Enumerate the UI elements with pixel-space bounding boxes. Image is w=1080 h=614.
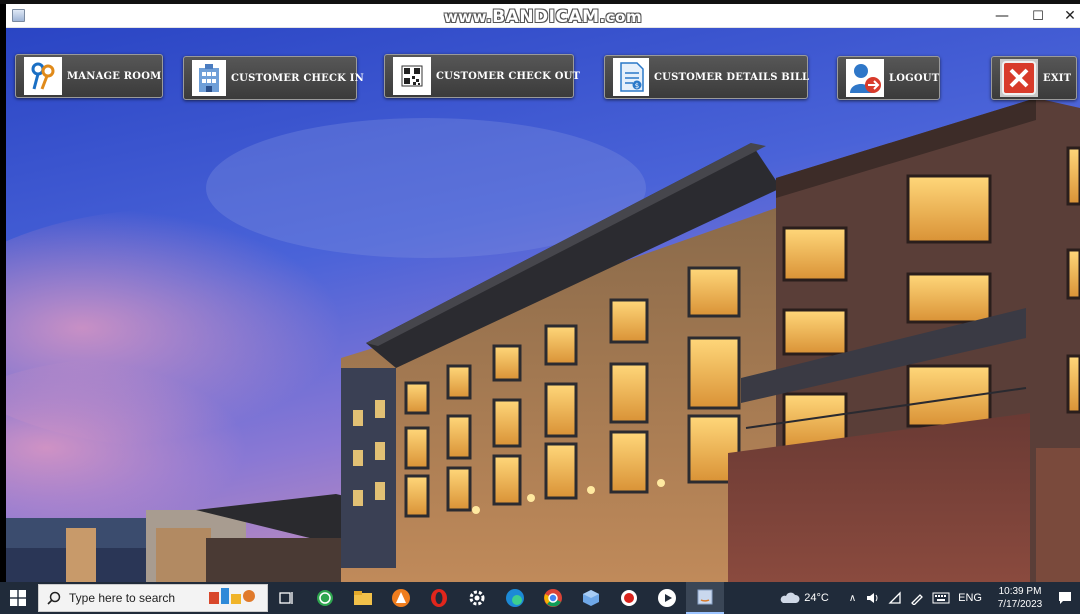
app-window: www.BANDICAM.com — ☐ ✕ MANAGE ROOM CUSTO… [6,4,1080,582]
record-icon [621,590,637,606]
clock-time: 10:39 PM [998,586,1042,597]
play-icon [658,589,676,607]
taskbar-app-bandicam[interactable] [610,582,648,614]
vlc-icon [392,589,410,607]
opera-icon [431,589,447,607]
start-button[interactable] [0,582,36,614]
search-highlight-icon [207,584,263,612]
gear-icon [469,590,485,606]
taskbar-app-edge[interactable] [496,582,534,614]
cloud-weather-icon [780,592,800,603]
weather-temperature[interactable]: 24°C [804,592,829,604]
close-icon: ✕ [1064,8,1076,24]
notification-icon [1059,592,1071,604]
hotel-building-icon [192,60,226,96]
taskbar-app-settings[interactable] [458,582,496,614]
pen-icon[interactable] [910,591,924,605]
input-language[interactable]: ENG [958,592,982,604]
customer-details-bill-button[interactable]: $ CUSTOMER DETAILS BILL [604,55,810,99]
taskbar-clock[interactable]: 10:39 PM 7/17/2023 [990,585,1050,611]
notifications-button[interactable] [1050,582,1080,614]
keys-icon [24,57,62,95]
chevron-up-icon[interactable]: ∧ [849,593,856,604]
taskbar-app-chrome[interactable] [534,582,572,614]
taskbar-app-whatsapp[interactable] [306,582,344,614]
customer-check-out-label: CUSTOMER CHECK OUT [436,70,581,82]
clock-date: 7/17/2023 [997,599,1043,610]
wifi-icon[interactable] [888,591,902,605]
minimize-button[interactable]: — [984,4,1020,28]
maximize-icon: ☐ [1032,8,1044,24]
taskbar-search-box[interactable]: Type here to search [38,584,268,612]
speaker-icon[interactable] [866,591,880,605]
close-button[interactable]: ✕ [1052,4,1080,28]
taskbar-app-vlc[interactable] [382,582,420,614]
minimize-icon: — [995,8,1009,24]
customer-check-in-label: CUSTOMER CHECK IN [231,72,364,84]
taskbar-app-explorer[interactable] [344,582,382,614]
windows-logo-icon [10,590,26,606]
whatsapp-icon [317,590,333,606]
java-app-icon [697,589,713,605]
logout-button[interactable]: LOGOUT [837,56,940,100]
hotel-background-image [6,28,1080,582]
search-placeholder: Type here to search [69,591,176,605]
task-view-icon [279,592,293,604]
search-icon [47,591,61,605]
bandicam-watermark: www.BANDICAM.com [443,7,643,27]
customer-details-bill-label: CUSTOMER DETAILS BILL [654,71,810,83]
user-logout-icon [846,59,884,97]
manage-room-button[interactable]: MANAGE ROOM [15,54,163,98]
customer-check-out-button[interactable]: CUSTOMER CHECK OUT [384,54,580,98]
title-bar: www.BANDICAM.com — ☐ ✕ [6,4,1080,28]
taskbar-app-virtualbox[interactable] [572,582,610,614]
bill-document-icon: $ [613,58,649,96]
svg-text:$: $ [635,82,639,90]
taskbar-app-media-player[interactable] [648,582,686,614]
windows-taskbar: Type here to search 24°C ∧ ENG 10:39 PM … [0,582,1080,614]
keyboard-icon[interactable] [932,592,950,604]
exit-label: EXIT [1043,72,1072,84]
edge-icon [506,589,524,607]
taskbar-app-java[interactable] [686,582,724,614]
task-view-button[interactable] [268,582,306,614]
maximize-button[interactable]: ☐ [1020,4,1056,28]
customer-check-in-button[interactable]: CUSTOMER CHECK IN [183,56,364,100]
exit-button[interactable]: EXIT [991,56,1077,100]
red-x-exit-icon [1000,59,1038,97]
cube-icon [583,590,599,606]
qr-code-icon [393,57,431,95]
manage-room-label: MANAGE ROOM [67,70,162,82]
logout-label: LOGOUT [889,72,940,84]
taskbar-app-opera[interactable] [420,582,458,614]
system-tray: 24°C ∧ ENG 10:39 PM 7/17/2023 [778,582,1080,614]
folder-icon [354,591,372,605]
chrome-icon [544,589,562,607]
